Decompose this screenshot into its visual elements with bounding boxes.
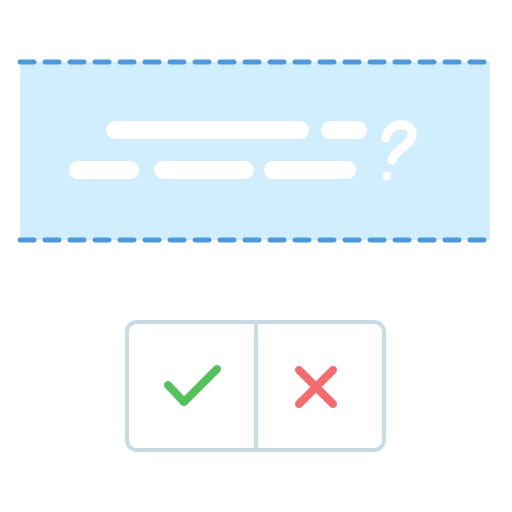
question-panel [17, 59, 493, 243]
question-panel-background [20, 62, 490, 240]
reject-button[interactable] [258, 324, 382, 448]
confirm-button[interactable] [129, 324, 254, 448]
answer-buttons [125, 320, 386, 452]
illustration-canvas [17, 59, 493, 452]
quiz-illustration [0, 0, 512, 512]
